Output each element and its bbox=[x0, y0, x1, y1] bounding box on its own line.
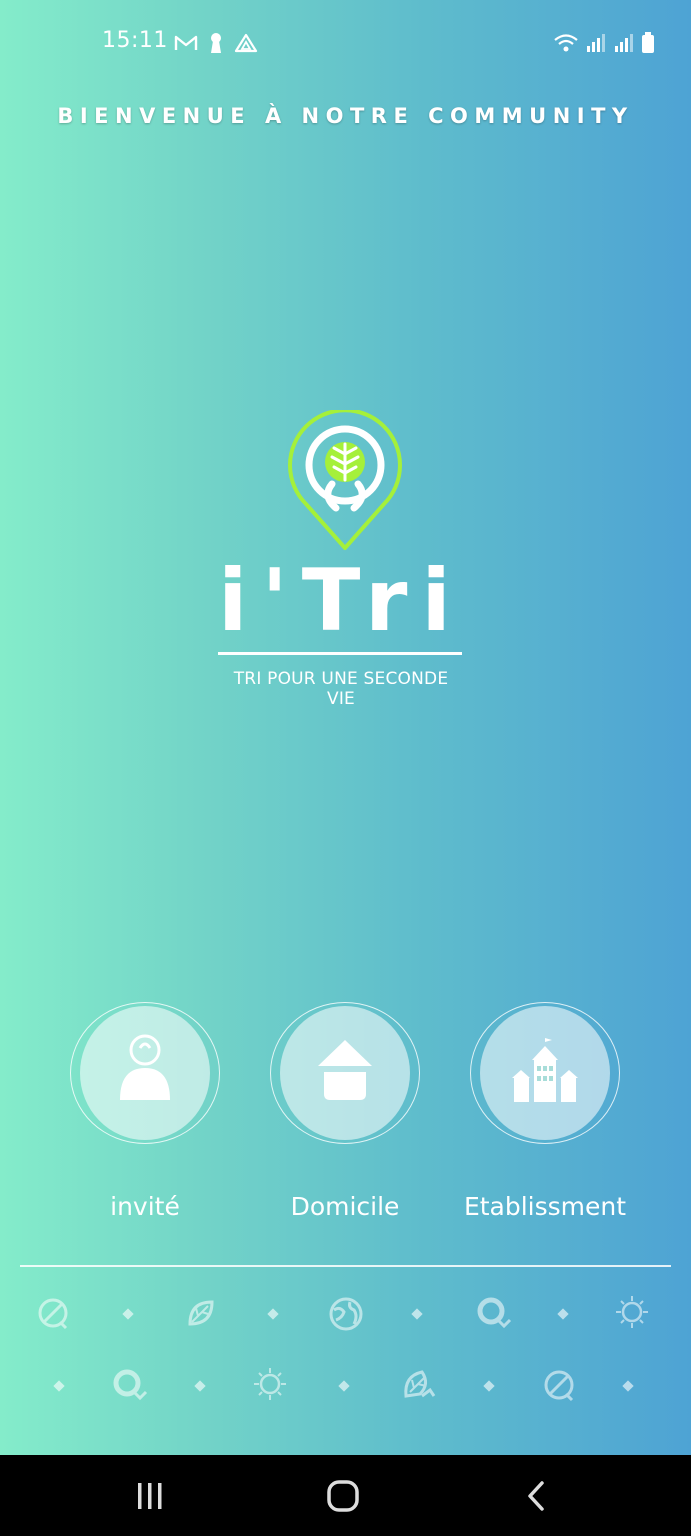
decor-dot bbox=[194, 1380, 206, 1392]
signal-icon bbox=[615, 34, 633, 52]
magnifier-icon bbox=[113, 1369, 148, 1401]
guest-icon bbox=[120, 1034, 170, 1100]
bulb-icon bbox=[254, 1368, 286, 1400]
home-label: Domicile bbox=[290, 1192, 400, 1221]
welcome-title: BIENVENUE À NOTRE COMMUNITY bbox=[57, 104, 634, 128]
decor-dot bbox=[122, 1308, 134, 1320]
magnifier-icon bbox=[477, 1297, 512, 1329]
gmail-icon bbox=[174, 35, 198, 50]
keyhole-icon bbox=[211, 33, 221, 53]
decor-dot bbox=[557, 1308, 569, 1320]
signal-icon bbox=[587, 34, 605, 52]
building-icon bbox=[512, 1038, 578, 1102]
footer-divider bbox=[20, 1265, 671, 1267]
back-button[interactable] bbox=[524, 1479, 548, 1513]
decor-dot bbox=[411, 1308, 423, 1320]
decor-dot bbox=[53, 1380, 65, 1392]
decor-dot bbox=[622, 1380, 634, 1392]
app-logo-name: i'Tri bbox=[218, 551, 465, 651]
drive-icon bbox=[234, 33, 258, 53]
leaf-icon bbox=[188, 1300, 214, 1326]
decor-dot bbox=[338, 1380, 350, 1392]
status-notification-icons bbox=[174, 32, 258, 54]
leaf-circle-icon bbox=[544, 1370, 574, 1402]
battery-icon bbox=[642, 32, 654, 53]
decor-dot bbox=[483, 1380, 495, 1392]
globe-icon bbox=[329, 1297, 363, 1331]
home-button[interactable] bbox=[326, 1479, 360, 1513]
decor-dot bbox=[267, 1308, 279, 1320]
leaf-circle-icon bbox=[38, 1298, 68, 1330]
home-icon bbox=[318, 1040, 372, 1100]
establishment-label: Etablissment bbox=[463, 1192, 627, 1221]
itri-pin-logo-icon bbox=[288, 410, 402, 550]
recent-apps-button[interactable] bbox=[134, 1481, 166, 1511]
hand-leaf-icon bbox=[404, 1370, 436, 1398]
logo-divider bbox=[218, 652, 462, 655]
navigation-bar bbox=[0, 1455, 691, 1536]
status-bar: 15:11 bbox=[0, 26, 691, 60]
guest-label: invité bbox=[110, 1192, 180, 1221]
wifi-icon bbox=[554, 34, 578, 52]
status-time: 15:11 bbox=[102, 28, 168, 53]
status-system-icons bbox=[553, 32, 655, 54]
logo-tagline: TRI POUR UNE SECONDE VIE bbox=[233, 669, 449, 709]
bulb-icon bbox=[616, 1296, 648, 1328]
